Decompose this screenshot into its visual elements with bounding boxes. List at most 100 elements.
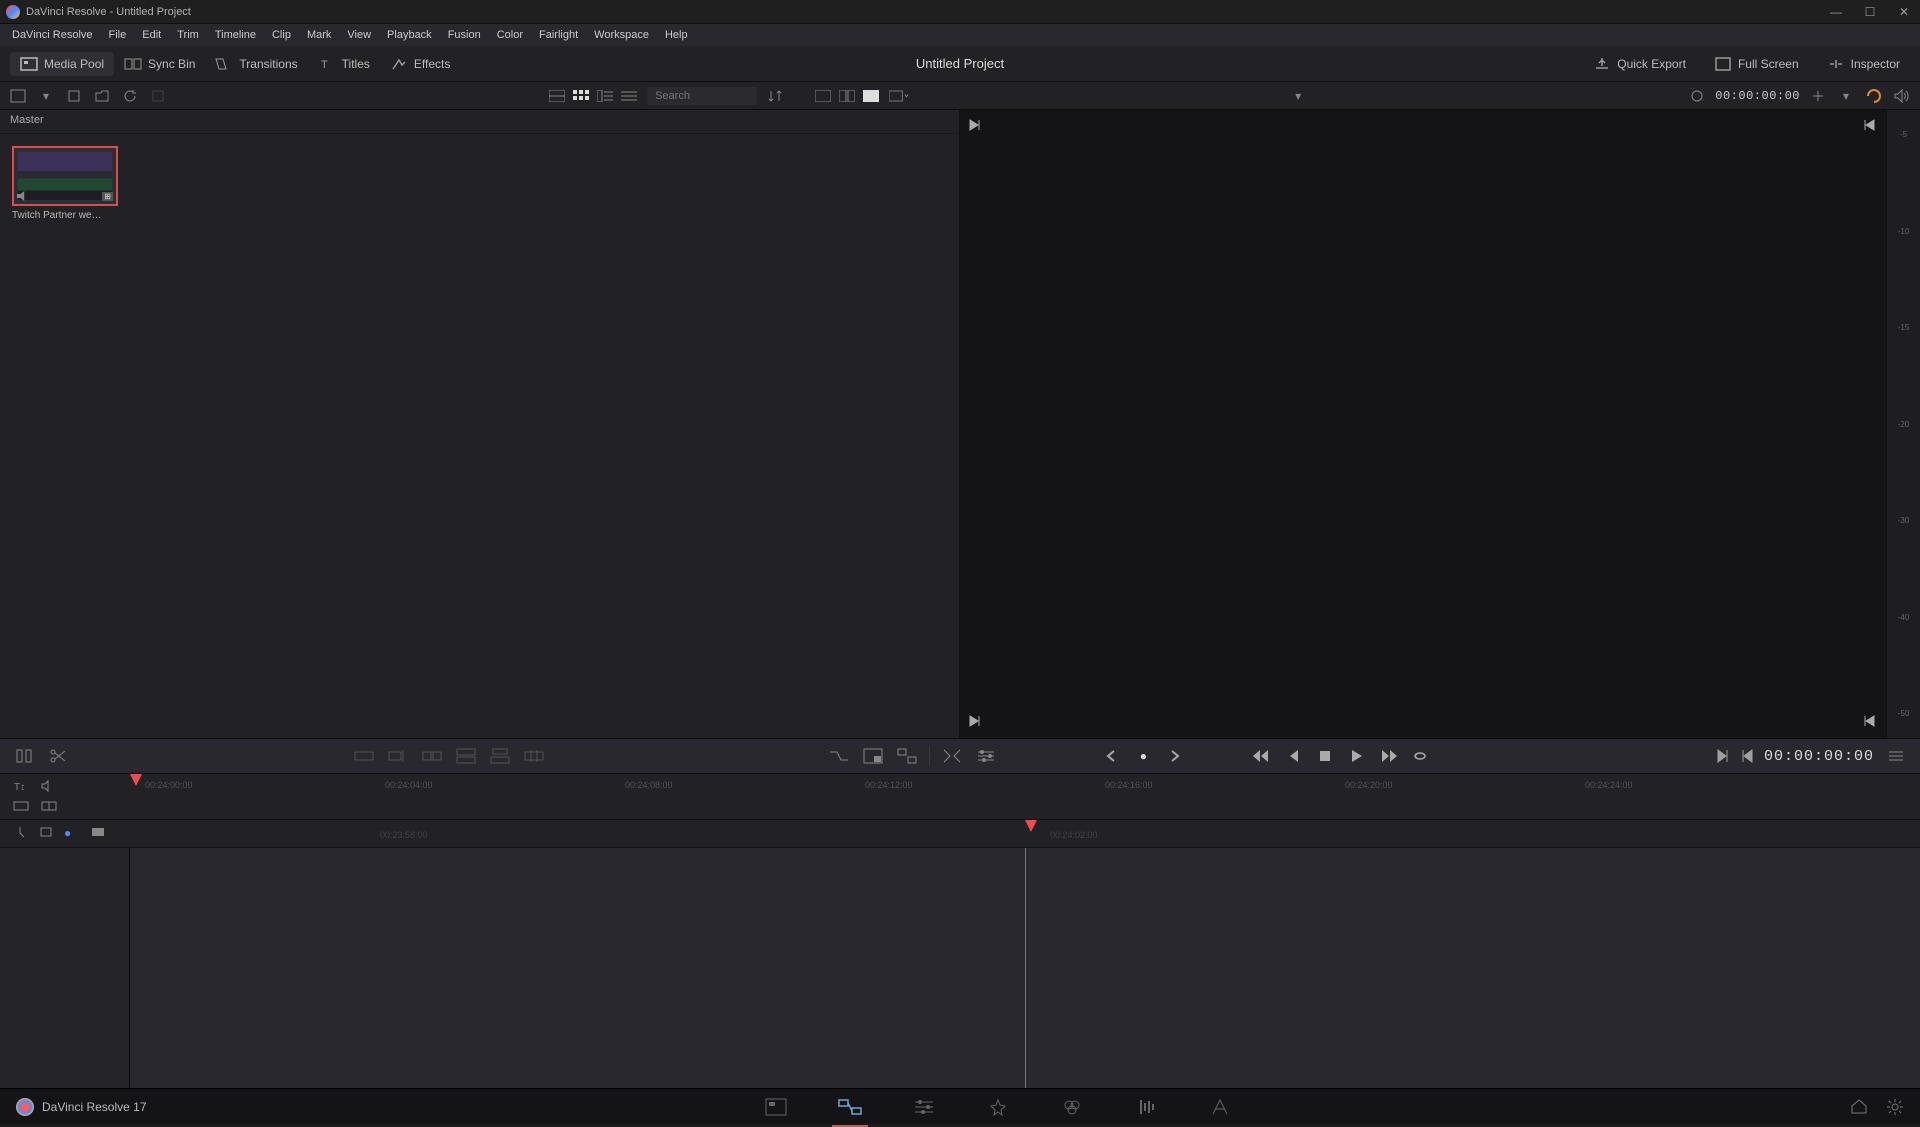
flag-orange-button[interactable]: [90, 826, 108, 842]
clip-item[interactable]: ⊞ Twitch Partner we…: [12, 146, 118, 221]
bin-breadcrumb[interactable]: Master: [0, 110, 959, 134]
close-button[interactable]: ✕: [1894, 5, 1914, 19]
swap-button[interactable]: [895, 744, 919, 768]
place-on-top-button[interactable]: [488, 744, 512, 768]
media-pool-tab[interactable]: Media Pool: [10, 52, 114, 76]
snap-button[interactable]: [12, 826, 30, 842]
close-up-button[interactable]: [454, 744, 478, 768]
media-pool-body[interactable]: ⊞ Twitch Partner we…: [0, 134, 959, 738]
append-button[interactable]: [386, 744, 410, 768]
loop-playback-button[interactable]: [1408, 746, 1434, 766]
inspector-tab[interactable]: Inspector: [1817, 52, 1910, 76]
jog-prev-button[interactable]: [1098, 746, 1124, 766]
ruler-track[interactable]: 00:24:00:00 00:24:04:00 00:24:08:00 00:2…: [130, 774, 1920, 819]
deliver-page-button[interactable]: [1208, 1095, 1232, 1119]
menu-color[interactable]: Color: [491, 27, 529, 43]
menu-fusion[interactable]: Fusion: [442, 27, 487, 43]
scissors-button[interactable]: [46, 744, 70, 768]
import-media-button[interactable]: [64, 86, 84, 106]
menu-view[interactable]: View: [341, 27, 377, 43]
fairlight-page-button[interactable]: [1134, 1095, 1158, 1119]
metadata-view-button[interactable]: [547, 86, 567, 106]
speaker-icon[interactable]: [1892, 86, 1912, 106]
audio-track-button[interactable]: [40, 779, 60, 795]
zoom-playhead[interactable]: [1025, 820, 1037, 832]
timeline-body[interactable]: [130, 848, 1920, 1088]
bin-list-button[interactable]: [8, 86, 28, 106]
jog-dot-button[interactable]: ●: [1130, 746, 1156, 766]
sync-bin-tab[interactable]: Sync Bin: [114, 52, 205, 76]
prev-edit-bottom-icon[interactable]: [1862, 714, 1878, 730]
split-tool-button[interactable]: [12, 744, 36, 768]
refresh-button[interactable]: [120, 86, 140, 106]
menu-davinci-resolve[interactable]: DaVinci Resolve: [6, 27, 99, 43]
titles-tab[interactable]: T Titles: [308, 52, 380, 76]
playhead-marker[interactable]: [130, 774, 142, 786]
menu-clip[interactable]: Clip: [266, 27, 297, 43]
viewer-mode-3-button[interactable]: [861, 86, 881, 106]
menu-playback[interactable]: Playback: [381, 27, 438, 43]
clip-thumbnail[interactable]: ⊞: [12, 146, 118, 206]
prev-edit-icon[interactable]: [1862, 118, 1878, 134]
thumbnail-view-button[interactable]: [571, 86, 591, 106]
locked-track-button[interactable]: T↕: [12, 779, 32, 795]
menu-timeline[interactable]: Timeline: [209, 27, 262, 43]
menu-file[interactable]: File: [103, 27, 133, 43]
timecode-mode-icon[interactable]: [1808, 86, 1828, 106]
menu-trim[interactable]: Trim: [171, 27, 205, 43]
viewer-canvas[interactable]: [960, 110, 1886, 738]
fusion-page-button[interactable]: [986, 1095, 1010, 1119]
chevron-down-icon[interactable]: ▾: [36, 86, 56, 106]
source-overwrite-button[interactable]: [522, 744, 546, 768]
smart-insert-button[interactable]: [352, 744, 376, 768]
chevron-down-icon[interactable]: ▾: [1836, 86, 1856, 106]
go-to-prev-button[interactable]: [1740, 749, 1754, 763]
project-settings-button[interactable]: [1886, 1098, 1904, 1116]
jog-next-button[interactable]: [1162, 746, 1188, 766]
full-screen-button[interactable]: Full Screen: [1704, 52, 1809, 76]
maximize-button[interactable]: ☐: [1860, 5, 1880, 19]
quick-export-button[interactable]: Quick Export: [1583, 52, 1696, 76]
playhead-line[interactable]: [1025, 848, 1026, 1088]
fit-dropdown[interactable]: [889, 86, 909, 106]
timeline-timecode[interactable]: 00:00:00:00: [1764, 748, 1874, 765]
stop-button[interactable]: [1312, 746, 1338, 766]
transitions-tab[interactable]: Transitions: [205, 52, 307, 76]
transition-button[interactable]: [827, 744, 851, 768]
next-edit-bottom-icon[interactable]: [968, 714, 984, 730]
edit-page-button[interactable]: [912, 1095, 936, 1119]
prev-frame-button[interactable]: [1280, 746, 1306, 766]
viewer-timecode[interactable]: 00:00:00:00: [1715, 89, 1800, 103]
minimize-button[interactable]: —: [1826, 5, 1846, 19]
flag-blue-button[interactable]: ●: [64, 826, 82, 842]
sort-button[interactable]: [765, 86, 785, 106]
viewer-mode-1-button[interactable]: [813, 86, 833, 106]
next-frame-button[interactable]: [1376, 746, 1402, 766]
color-page-button[interactable]: [1060, 1095, 1084, 1119]
search-input[interactable]: [647, 87, 757, 105]
menu-help[interactable]: Help: [659, 27, 694, 43]
import-folder-button[interactable]: [92, 86, 112, 106]
menu-workspace[interactable]: Workspace: [588, 27, 655, 43]
strip-view-button[interactable]: [595, 86, 615, 106]
auto-track-button[interactable]: [40, 799, 60, 815]
loop-icon[interactable]: [1864, 86, 1884, 106]
next-edit-icon[interactable]: [968, 118, 984, 134]
menu-mark[interactable]: Mark: [301, 27, 337, 43]
menu-fairlight[interactable]: Fairlight: [533, 27, 584, 43]
viewer-mode-2-button[interactable]: [837, 86, 857, 106]
timeline-options-button[interactable]: [1884, 744, 1908, 768]
play-button[interactable]: [1344, 746, 1370, 766]
cut-page-button[interactable]: [838, 1095, 862, 1119]
chevron-down-icon[interactable]: ▾: [1288, 86, 1308, 106]
effects-tab[interactable]: Effects: [380, 52, 460, 76]
menu-edit[interactable]: Edit: [136, 27, 167, 43]
track-headers[interactable]: [0, 848, 130, 1088]
video-lock-button[interactable]: [12, 799, 32, 815]
list-view-button[interactable]: [619, 86, 639, 106]
picture-in-picture-button[interactable]: [861, 744, 885, 768]
marker-button[interactable]: [38, 826, 56, 842]
home-button[interactable]: [1850, 1098, 1868, 1116]
sync-lock-button[interactable]: [940, 744, 964, 768]
ripple-button[interactable]: [420, 744, 444, 768]
